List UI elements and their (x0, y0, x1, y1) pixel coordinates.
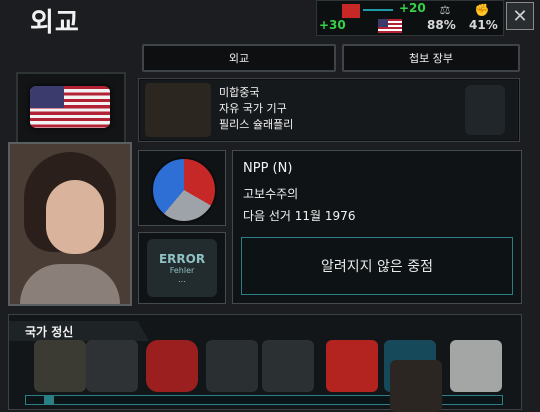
stat-pct1: 88% (427, 18, 456, 32)
usa-flag-small-icon (377, 18, 403, 34)
close-button[interactable]: ✕ (506, 2, 534, 30)
party-name: NPP (N) (243, 161, 293, 176)
party-ideology: 고보수주의 (243, 187, 299, 201)
party-popularity-box (138, 150, 226, 226)
arrow-icon (363, 9, 393, 11)
error-badge: ERROR Fehler ... (147, 239, 217, 297)
country-name: 미합중국 (219, 86, 260, 99)
ideology-badge-box: ERROR Fehler ... (138, 232, 226, 304)
soldier-icon[interactable] (86, 340, 138, 392)
german-flag-icon (341, 3, 361, 19)
workers-icon[interactable] (206, 340, 258, 392)
party-pie-chart[interactable] (151, 157, 217, 223)
leader-name: 필리스 슐래플리 (219, 118, 294, 131)
uncle-sam-eagle-icon (465, 85, 505, 135)
usa-flag-icon (30, 86, 110, 128)
national-spirits-label: 국가 정신 (25, 325, 74, 339)
stat-pct2: 41% (469, 18, 498, 32)
country-ideology: 자유 국가 기구 (219, 102, 287, 115)
balance-scale-icon: ⚖ (439, 3, 451, 17)
uncle-sam-icon[interactable] (390, 360, 442, 412)
page-title: 외교 (30, 8, 80, 38)
tab-diplomacy[interactable]: 외교 (142, 44, 336, 72)
bank-icon[interactable] (146, 340, 198, 392)
national-focus-box[interactable]: 알려지지 않은 중점 (241, 237, 513, 295)
top-status-bar: +20 +30 ⚖ 88% ✊ 41% (316, 0, 504, 36)
ship-icon[interactable] (262, 340, 314, 392)
scrollbar-thumb[interactable] (44, 396, 54, 404)
capitol-icon[interactable] (450, 340, 502, 392)
close-icon: ✕ (512, 5, 528, 27)
leader-portrait (8, 142, 132, 306)
stat-plus20: +20 (399, 1, 426, 15)
fist-icon: ✊ (474, 3, 490, 17)
stat-plus30: +30 (319, 18, 346, 32)
country-info-panel: 미합중국 자유 국가 기구 필리스 슐래플리 (138, 78, 520, 142)
tab-intel[interactable]: 첩보 장부 (342, 44, 520, 72)
party-info-panel: NPP (N) 고보수주의 다음 선거 11월 1976 알려지지 않은 중점 (232, 150, 522, 304)
lamp-icon[interactable] (34, 340, 86, 392)
country-flag-frame (16, 72, 126, 144)
family-icon (145, 83, 211, 137)
oil-icon[interactable] (326, 340, 378, 392)
next-election: 다음 선거 11월 1976 (243, 209, 356, 223)
